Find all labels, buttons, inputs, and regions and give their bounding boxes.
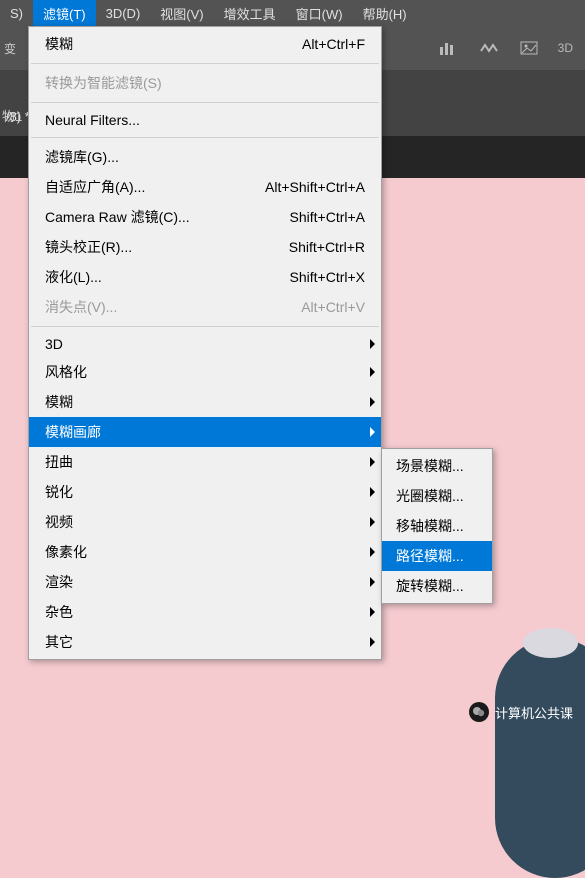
menu-distort[interactable]: 扭曲: [29, 447, 381, 477]
submenu-arrow-icon: [370, 517, 375, 527]
blur-gallery-submenu: 场景模糊... 光圈模糊... 移轴模糊... 路径模糊... 旋转模糊...: [381, 448, 493, 604]
menu-item-shortcut: Shift+Ctrl+X: [290, 269, 365, 285]
menu-sharpen[interactable]: 锐化: [29, 477, 381, 507]
menu-separator: [31, 102, 379, 103]
menu-filter-gallery[interactable]: 滤镜库(G)...: [29, 142, 381, 172]
menu-item-label: 移轴模糊...: [396, 516, 464, 536]
menu-separator: [31, 63, 379, 64]
menu-item-label: 转换为智能滤镜(S): [45, 73, 162, 93]
watermark-text: 计算机公共课: [495, 703, 573, 722]
menu-convert-smart: 转换为智能滤镜(S): [29, 68, 381, 98]
submenu-tilt-shift[interactable]: 移轴模糊...: [382, 511, 492, 541]
submenu-field-blur[interactable]: 场景模糊...: [382, 451, 492, 481]
menu-item-label: 消失点(V)...: [45, 297, 117, 317]
wave-icon[interactable]: [478, 39, 500, 57]
options-3d-text[interactable]: 3D: [558, 41, 573, 55]
menu-stylize[interactable]: 风格化: [29, 357, 381, 387]
menu-item-shortcut: Shift+Ctrl+R: [289, 239, 365, 255]
menu-item-label: 模糊: [45, 34, 73, 54]
submenu-arrow-icon: [370, 427, 375, 437]
bottle-shape: [495, 638, 585, 878]
menu-separator: [31, 326, 379, 327]
menu-item-label: 旋转模糊...: [396, 576, 464, 596]
menu-item-label: 场景模糊...: [396, 456, 464, 476]
menu-item-shortcut: Alt+Ctrl+V: [301, 299, 365, 315]
menu-filter[interactable]: 滤镜(T): [33, 0, 96, 27]
submenu-arrow-icon: [370, 367, 375, 377]
wechat-icon: [469, 702, 489, 722]
menu-item-label: 路径模糊...: [396, 546, 464, 566]
menu-item-label: 风格化: [45, 362, 87, 382]
filter-menu: 模糊 Alt+Ctrl+F 转换为智能滤镜(S) Neural Filters.…: [28, 26, 382, 660]
menu-video[interactable]: 视频: [29, 507, 381, 537]
menu-separator: [31, 137, 379, 138]
submenu-arrow-icon: [370, 339, 375, 349]
menu-item-label: 像素化: [45, 542, 87, 562]
menu-liquify[interactable]: 液化(L)... Shift+Ctrl+X: [29, 262, 381, 292]
menu-render[interactable]: 渲染: [29, 567, 381, 597]
menu-item-shortcut: Shift+Ctrl+A: [290, 209, 365, 225]
menu-item-label: 模糊画廊: [45, 422, 101, 442]
menu-item-label: Camera Raw 滤镜(C)...: [45, 207, 190, 227]
submenu-arrow-icon: [370, 577, 375, 587]
menu-noise[interactable]: 杂色: [29, 597, 381, 627]
menu-help[interactable]: 帮助(H): [353, 0, 417, 27]
image-icon[interactable]: [518, 39, 540, 57]
menu-item-label: 其它: [45, 632, 73, 652]
menu-other[interactable]: 其它: [29, 627, 381, 657]
menu-blur[interactable]: 模糊: [29, 387, 381, 417]
menu-3d[interactable]: 3D(D): [96, 2, 151, 25]
menu-vanishing-point: 消失点(V)... Alt+Ctrl+V: [29, 292, 381, 322]
menu-item-label: 视频: [45, 512, 73, 532]
menu-item-label: 镜头校正(R)...: [45, 237, 132, 257]
menu-item-label: 光圈模糊...: [396, 486, 464, 506]
menu-item-label: 扭曲: [45, 452, 73, 472]
submenu-iris-blur[interactable]: 光圈模糊...: [382, 481, 492, 511]
menu-window[interactable]: 窗口(W): [286, 0, 353, 27]
menu-blur-gallery[interactable]: 模糊画廊: [29, 417, 381, 447]
menu-3d-sub[interactable]: 3D: [29, 331, 381, 357]
menu-item-label: 滤镜库(G)...: [45, 147, 119, 167]
menu-item-label: 渲染: [45, 572, 73, 592]
menu-trunc[interactable]: S): [0, 2, 33, 25]
options-left: 变: [4, 40, 16, 57]
menu-plugins[interactable]: 增效工具: [214, 0, 286, 27]
menu-lens-correction[interactable]: 镜头校正(R)... Shift+Ctrl+R: [29, 232, 381, 262]
watermark: 计算机公共课: [469, 702, 573, 722]
sidebar-fragment: 物1: [2, 106, 22, 125]
menu-item-label: Neural Filters...: [45, 112, 140, 128]
submenu-arrow-icon: [370, 397, 375, 407]
menu-camera-raw[interactable]: Camera Raw 滤镜(C)... Shift+Ctrl+A: [29, 202, 381, 232]
submenu-spin-blur[interactable]: 旋转模糊...: [382, 571, 492, 601]
submenu-arrow-icon: [370, 637, 375, 647]
submenu-path-blur[interactable]: 路径模糊...: [382, 541, 492, 571]
submenu-arrow-icon: [370, 607, 375, 617]
bars-icon[interactable]: [438, 39, 460, 57]
menu-item-label: 模糊: [45, 392, 73, 412]
menu-adaptive-wide-angle[interactable]: 自适应广角(A)... Alt+Shift+Ctrl+A: [29, 172, 381, 202]
menu-neural-filters[interactable]: Neural Filters...: [29, 107, 381, 133]
menu-item-shortcut: Alt+Shift+Ctrl+A: [265, 179, 365, 195]
menu-item-label: 3D: [45, 336, 63, 352]
menu-last-filter[interactable]: 模糊 Alt+Ctrl+F: [29, 29, 381, 59]
menu-item-label: 液化(L)...: [45, 267, 102, 287]
menubar: S) 滤镜(T) 3D(D) 视图(V) 增效工具 窗口(W) 帮助(H): [0, 0, 585, 26]
submenu-arrow-icon: [370, 457, 375, 467]
submenu-arrow-icon: [370, 487, 375, 497]
menu-view[interactable]: 视图(V): [150, 0, 213, 27]
menu-item-label: 锐化: [45, 482, 73, 502]
submenu-arrow-icon: [370, 547, 375, 557]
menu-pixelate[interactable]: 像素化: [29, 537, 381, 567]
menu-item-label: 自适应广角(A)...: [45, 177, 145, 197]
menu-item-shortcut: Alt+Ctrl+F: [302, 36, 365, 52]
menu-item-label: 杂色: [45, 602, 73, 622]
